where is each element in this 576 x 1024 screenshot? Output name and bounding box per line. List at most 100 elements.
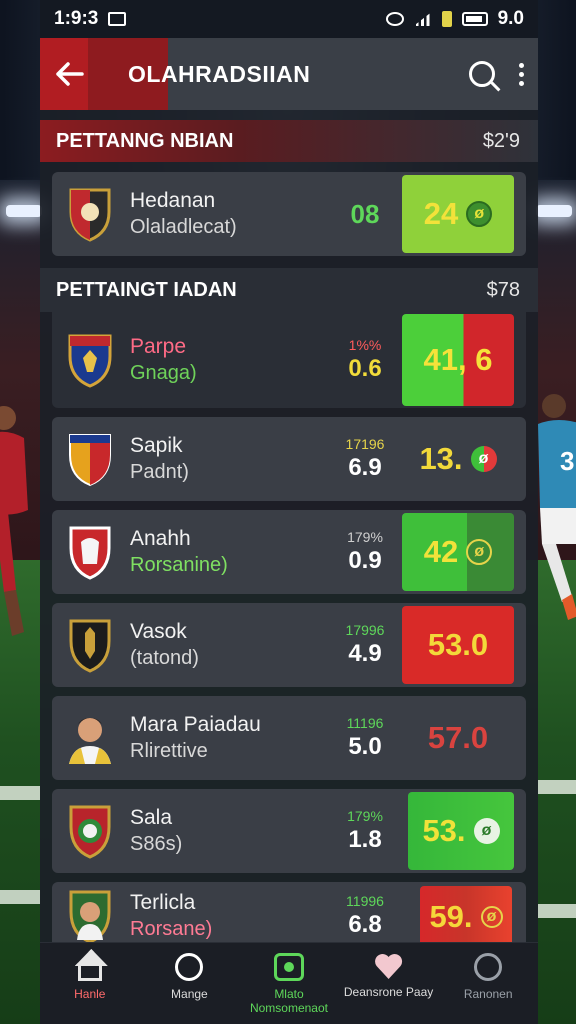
team-name: Vasok — [130, 620, 187, 643]
section-amount: $78 — [486, 278, 520, 301]
more-vert-icon[interactable] — [519, 62, 524, 86]
team-crest — [64, 802, 116, 860]
shield-crest-icon — [69, 619, 111, 673]
split-badge-icon: ø — [470, 446, 497, 472]
team-name: Terlicla — [130, 891, 196, 914]
match-card[interactable]: Mara Paiadau Rlirettive 11196 5.0 57.0 — [52, 696, 526, 780]
back-arrow-icon — [56, 62, 84, 86]
odds-percent: 179% — [347, 529, 383, 545]
app-window: OLAHRADSIIAN PETTANNG NBIAN $2'9 Hedanan… — [40, 38, 538, 1024]
odds-percent: 11996 — [346, 893, 384, 909]
nav-label: Hanle — [74, 987, 106, 1001]
nav-label: Ranonen — [463, 987, 513, 1001]
match-card[interactable]: Parpe Gnaga) 1%% 0.6 41, 6 — [52, 312, 526, 408]
score-value: 13. — [419, 441, 463, 476]
status-bar: 1:9:3 9.0 — [40, 0, 538, 38]
team-crest — [64, 185, 116, 243]
odds-value: 4.9 — [348, 640, 382, 667]
mute-icon — [385, 12, 404, 26]
score-value: 59. — [429, 899, 473, 934]
team-league: Gnaga) — [130, 362, 197, 384]
team-name: Sapik — [130, 434, 183, 457]
search-icon[interactable] — [469, 61, 495, 87]
score-box[interactable]: 42 ø — [402, 513, 514, 591]
odds-percent: 11196 — [346, 715, 384, 731]
team-crest — [64, 887, 116, 945]
check-badge-icon: ø — [466, 201, 493, 227]
check-badge-icon: ø — [480, 906, 503, 928]
team-name: Parpe — [130, 335, 187, 358]
team-league: Rlirettive — [130, 740, 208, 762]
player-right: 3 — [538, 394, 576, 620]
home-icon — [77, 963, 102, 981]
odds-percent: 17196 — [345, 436, 385, 452]
score-box[interactable]: 41, 6 — [402, 314, 514, 406]
team-league: S86s) — [130, 833, 183, 855]
nav-matches[interactable]: Mange — [140, 943, 240, 1024]
match-card[interactable]: Hedanan Olaladlecat) 08 24 ø — [52, 172, 526, 256]
shield-crest-icon — [69, 188, 111, 242]
section-amount: $2'9 — [482, 129, 520, 152]
battery-icon — [461, 12, 488, 26]
heart-icon — [375, 953, 403, 979]
check-badge-icon: ø — [466, 539, 493, 565]
score-box[interactable]: 24 ø — [402, 175, 514, 253]
odds-percent: 179% — [347, 808, 383, 824]
live-icon — [273, 953, 304, 981]
nav-home[interactable]: Hanle — [40, 943, 140, 1024]
score-value: 53. — [422, 813, 466, 848]
score-box[interactable]: 53.0 — [402, 606, 514, 684]
odds-percent: 17996 — [345, 622, 385, 638]
back-button[interactable] — [40, 38, 100, 110]
match-card[interactable]: Vasok (tatond) 17996 4.9 53.0 — [52, 603, 526, 687]
team-crest — [64, 430, 116, 488]
nav-label: Deansrone Paay — [343, 985, 434, 999]
match-card[interactable]: Terlicla Rorsane) 11996 6.8 59. ø — [52, 882, 526, 950]
status-right-text: 9.0 — [497, 8, 524, 29]
floodlight — [6, 205, 42, 217]
score-value: 53.0 — [427, 627, 489, 662]
check-badge-icon: ø — [473, 818, 500, 844]
score-box[interactable]: 13. ø — [402, 420, 514, 498]
nav-profile[interactable]: Ranonen — [438, 943, 538, 1024]
odds-value: 0.9 — [348, 547, 382, 574]
avatar-icon — [69, 718, 111, 764]
svg-text:3: 3 — [560, 446, 574, 476]
section-title: PETTAINGT IADAN — [56, 278, 237, 301]
charging-icon — [441, 11, 452, 27]
team-name: Hedanan — [130, 189, 216, 212]
score-value: 24 — [423, 196, 459, 231]
nav-live[interactable]: Mlato Nomsomenaot — [239, 943, 339, 1024]
match-card[interactable]: Sapik Padnt) 17196 6.9 13. ø — [52, 417, 526, 501]
bottom-navigation: Hanle Mange Mlato Nomsomenaot Deansrone … — [40, 942, 538, 1024]
odds-value: 08 — [350, 198, 380, 229]
status-time: 1:9:3 — [54, 8, 99, 29]
odds-value: 6.9 — [348, 454, 382, 481]
player-avatar — [64, 709, 116, 767]
shield-crest-icon — [69, 434, 111, 487]
team-league: Olaladlecat) — [130, 216, 237, 238]
score-box[interactable]: 59. ø — [420, 886, 512, 948]
team-league: Rorsane) — [130, 918, 213, 940]
team-league: Padnt) — [130, 461, 189, 483]
player-left — [0, 406, 28, 636]
section-title: PETTANNG NBIAN — [56, 129, 234, 152]
section-header[interactable]: PETTANNG NBIAN $2'9 — [40, 120, 538, 162]
shield-crest-icon — [69, 526, 111, 580]
match-card[interactable]: Anahh Rorsanine) 179% 0.9 42 ø — [52, 510, 526, 594]
shield-crest-icon — [69, 890, 111, 944]
score-value: 41, 6 — [423, 342, 493, 377]
score-value: 57.0 — [427, 720, 489, 755]
score-value: 42 — [423, 534, 459, 569]
score-box[interactable]: 57.0 — [402, 699, 514, 777]
score-box[interactable]: 53. ø — [408, 792, 514, 870]
team-league: Rorsanine) — [130, 554, 228, 576]
circle-icon — [474, 953, 503, 981]
match-card[interactable]: Sala S86s) 179% 1.8 53. ø — [52, 789, 526, 873]
notification-icon — [108, 12, 127, 26]
section-header[interactable]: PETTAINGT IADAN $78 — [40, 268, 538, 312]
nav-favorites[interactable]: Deansrone Paay — [339, 943, 439, 1024]
team-crest — [64, 331, 116, 389]
team-name: Mara Paiadau — [130, 713, 261, 736]
team-league: (tatond) — [130, 647, 199, 669]
